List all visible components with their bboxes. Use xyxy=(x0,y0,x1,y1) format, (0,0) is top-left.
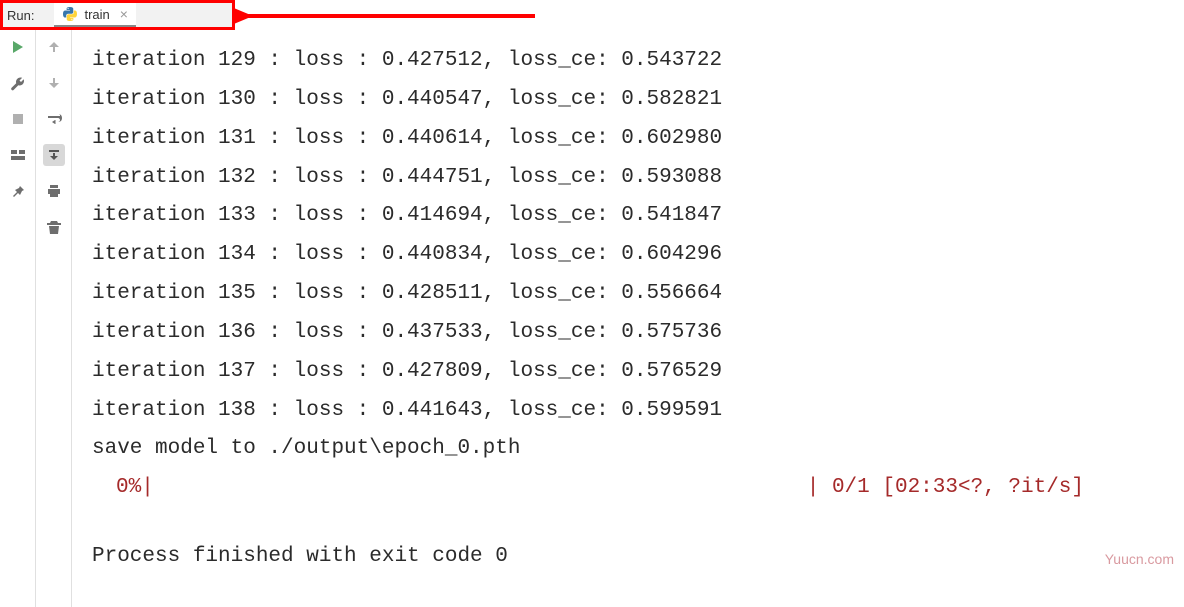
trash-icon[interactable] xyxy=(43,216,65,238)
watermark: Yuucn.com xyxy=(1105,551,1174,567)
log-line: iteration 135 : loss : 0.428511, loss_ce… xyxy=(92,275,1184,314)
python-icon xyxy=(62,6,78,22)
pin-icon[interactable] xyxy=(7,180,29,202)
run-tab-header: Run: train × xyxy=(0,0,235,30)
log-line: iteration 130 : loss : 0.440547, loss_ce… xyxy=(92,81,1184,120)
log-line: iteration 131 : loss : 0.440614, loss_ce… xyxy=(92,120,1184,159)
soft-wrap-icon[interactable] xyxy=(43,108,65,130)
log-line: iteration 134 : loss : 0.440834, loss_ce… xyxy=(92,236,1184,275)
main-area: iteration 129 : loss : 0.427512, loss_ce… xyxy=(0,30,1184,607)
console-output[interactable]: iteration 129 : loss : 0.427512, loss_ce… xyxy=(72,30,1184,607)
log-line: iteration 132 : loss : 0.444751, loss_ce… xyxy=(92,159,1184,198)
progress-percent: 0%| xyxy=(92,469,154,508)
arrow-up-icon[interactable] xyxy=(43,36,65,58)
log-line: iteration 133 : loss : 0.414694, loss_ce… xyxy=(92,197,1184,236)
progress-bar-line: 0%| | 0/1 [02:33<?, ?it/s] xyxy=(92,469,1184,508)
log-line: iteration 129 : loss : 0.427512, loss_ce… xyxy=(92,42,1184,81)
layout-icon[interactable] xyxy=(7,144,29,166)
print-icon[interactable] xyxy=(43,180,65,202)
scroll-to-end-icon[interactable] xyxy=(43,144,65,166)
toolbar-secondary xyxy=(36,30,72,607)
wrench-icon[interactable] xyxy=(7,72,29,94)
exit-code-line: Process finished with exit code 0 xyxy=(92,538,1184,577)
run-config-tab[interactable]: train × xyxy=(54,3,135,27)
annotation-arrow xyxy=(235,8,545,28)
log-line: iteration 138 : loss : 0.441643, loss_ce… xyxy=(92,392,1184,431)
close-icon[interactable]: × xyxy=(120,6,128,22)
log-line: save model to ./output\epoch_0.pth xyxy=(92,430,1184,469)
run-label: Run: xyxy=(3,8,42,23)
progress-stats: | 0/1 [02:33<?, ?it/s] xyxy=(807,469,1184,508)
log-line: iteration 136 : loss : 0.437533, loss_ce… xyxy=(92,314,1184,353)
toolbar-left xyxy=(0,30,36,607)
arrow-down-icon[interactable] xyxy=(43,72,65,94)
stop-button[interactable] xyxy=(7,108,29,130)
run-button[interactable] xyxy=(7,36,29,58)
log-line: iteration 137 : loss : 0.427809, loss_ce… xyxy=(92,353,1184,392)
tab-label: train xyxy=(84,7,109,22)
